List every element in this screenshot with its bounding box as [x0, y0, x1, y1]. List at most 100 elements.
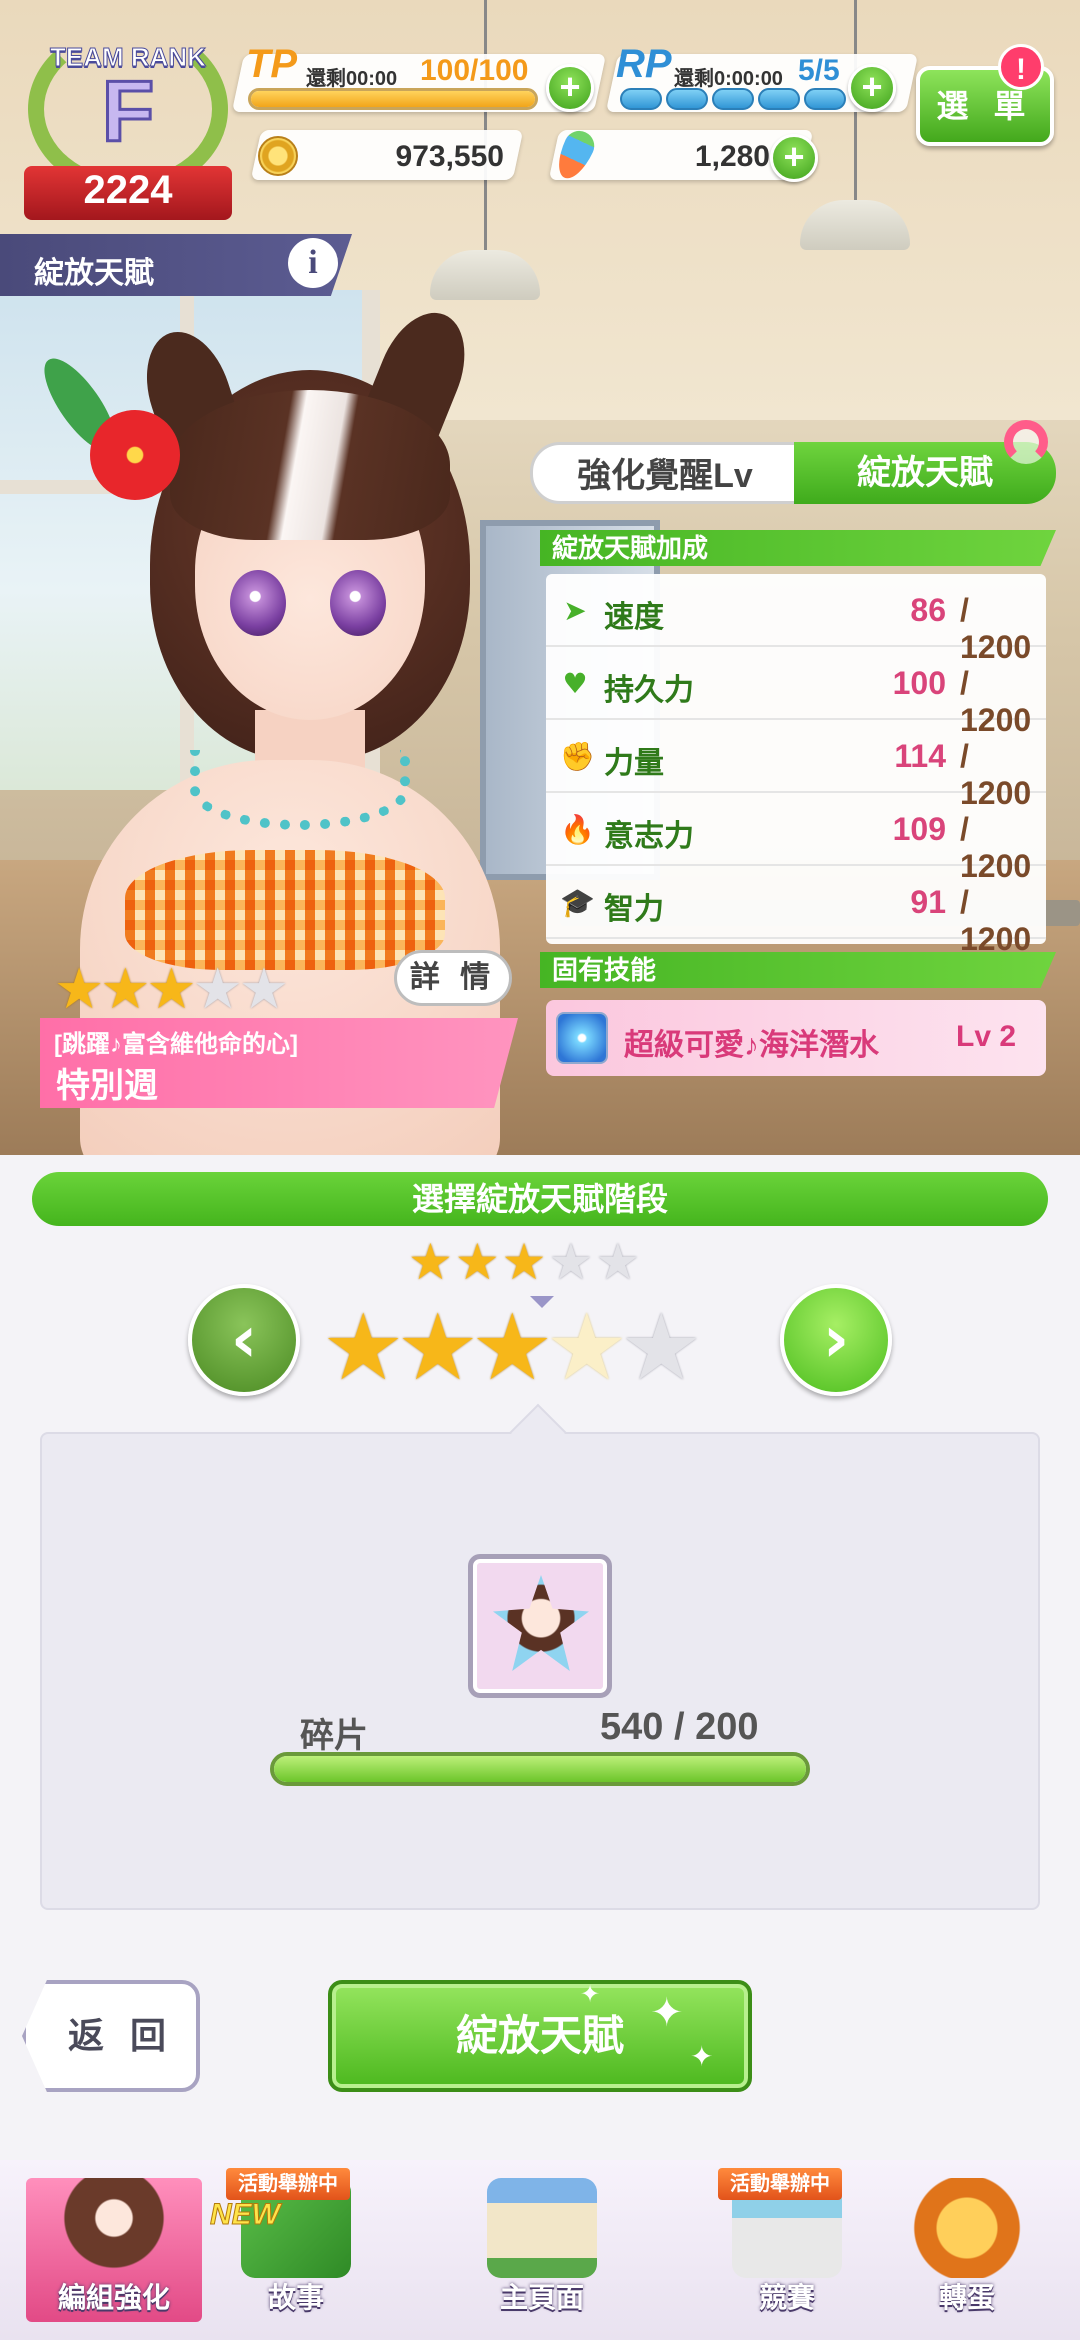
sparkle-icon: ✦ [580, 1980, 601, 2008]
unique-skill-row[interactable]: 超級可愛♪海洋潛水 Lv 2 [546, 1000, 1046, 1076]
rp-pill [712, 88, 754, 110]
new-badge: NEW [210, 2198, 281, 2232]
shoe-icon: ➤ [563, 594, 587, 627]
stat-value: 109 [892, 811, 946, 847]
stat-name: 力量 [604, 747, 664, 780]
star-filled-icon: ★ [470, 1294, 554, 1401]
team-rank-letter: F [100, 64, 156, 160]
tp-add-button[interactable]: + [546, 64, 594, 112]
flame-icon: 🔥 [560, 813, 595, 846]
select-stage-bar: 選擇綻放天賦階段 [32, 1172, 1048, 1226]
lamp-cord [484, 0, 487, 250]
piece-star-icon [493, 1575, 589, 1671]
nav-gacha[interactable]: 轉蛋 [880, 2178, 1054, 2322]
stats-header: 綻放天賦加成 [540, 530, 1056, 566]
star-empty-icon: ★ [238, 957, 290, 1022]
character-necklace [190, 750, 410, 830]
current-stage-stars: ★★★★★ [408, 1236, 642, 1288]
nav-gacha-icon [912, 2178, 1022, 2278]
character-title: [跳躍♪富含維他命的心] [54, 1031, 298, 1058]
nav-team-icon [59, 2178, 169, 2278]
nav-label: 編組強化 [57, 2282, 170, 2313]
character-bangs [170, 390, 450, 540]
nav-home[interactable]: 主頁面 [390, 2178, 694, 2322]
star-filled-icon: ★ [100, 957, 151, 1022]
character-eye [230, 570, 286, 636]
stat-max: / 1200 [960, 884, 1032, 957]
rp-value: 5/5 [798, 54, 840, 87]
stat-name: 速度 [604, 601, 664, 634]
star-empty-icon: ★ [192, 957, 243, 1022]
sparkle-icon: ✦ [690, 2040, 714, 2073]
nav-label: 轉蛋 [938, 2282, 995, 2313]
rp-pill [620, 88, 662, 110]
arm-icon: ✊ [560, 740, 595, 773]
section-title: 綻放天賦 [34, 257, 154, 290]
team-rank-score: 2224 [83, 168, 173, 212]
stat-value: 100 [892, 665, 946, 701]
skill-level: Lv 2 [956, 1020, 1017, 1053]
skill-sparkle-icon [556, 1012, 608, 1064]
character-piece-icon[interactable] [468, 1554, 612, 1698]
sparkle-icon: ✦ [650, 1990, 684, 2036]
tp-gauge [248, 88, 538, 110]
next-stage-button[interactable]: › [780, 1284, 892, 1396]
heart-icon: ♥ [562, 667, 588, 700]
carrots-value: 1,280 [694, 140, 770, 173]
character-swimsuit [125, 850, 445, 970]
graduation-cap-icon: 🎓 [560, 886, 595, 919]
tp-gauge-fill [251, 91, 535, 107]
star-empty-icon: ★ [595, 1233, 641, 1291]
menu-alert-badge: ! [998, 44, 1044, 90]
shard-progress-fill [274, 1756, 806, 1782]
stat-row: ✊ 力量 114/ 1200 [546, 720, 1046, 811]
nav-label: 競賽 [758, 2282, 815, 2313]
skill-header: 固有技能 [540, 952, 1056, 988]
stat-row: ➤ 速度 86/ 1200 [546, 574, 1046, 665]
nav-label: 故事 [267, 2282, 324, 2313]
rp-pill [758, 88, 800, 110]
star-filled-icon: ★ [501, 1233, 547, 1291]
stats-list: ➤ 速度 86/ 1200 ♥ 持久力 100/ 1200 ✊ 力量 114/ 1200 🔥 意志力… [546, 574, 1046, 957]
carrots-add-button[interactable]: + [770, 134, 818, 182]
info-button[interactable]: i [288, 238, 338, 288]
stat-row: 🎓 智力 91 / 1200 [546, 866, 1046, 957]
star-empty-icon: ★ [619, 1294, 703, 1401]
stat-name: 持久力 [604, 674, 694, 707]
shard-progress [270, 1752, 810, 1786]
rp-pill [666, 88, 708, 110]
star-filled-icon: ★ [54, 957, 105, 1022]
stat-value: 86 [910, 592, 946, 628]
shard-count: 540 / 200 [600, 1706, 759, 1748]
bloom-talent-label: 綻放天賦 [455, 2012, 624, 2059]
stat-name: 智力 [604, 893, 664, 926]
stat-row: ♥ 持久力 100/ 1200 [546, 647, 1046, 738]
hibiscus-flower [90, 410, 180, 500]
bloom-talent-button[interactable]: 綻放天賦 [328, 1980, 752, 2092]
tp-timer: 還剩00:00 [306, 68, 398, 90]
stat-name: 意志力 [604, 820, 694, 853]
star-filled-icon: ★ [396, 1294, 479, 1401]
rp-add-button[interactable]: + [848, 64, 896, 112]
horseshoe-icon [1004, 420, 1048, 464]
selected-stage-stars: ★★★★★ [322, 1294, 702, 1401]
nav-team[interactable]: 編組強化 [26, 2178, 202, 2322]
star-filled-icon: ★ [454, 1233, 500, 1291]
coin-icon [258, 136, 298, 176]
star-empty-icon: ★ [548, 1233, 594, 1291]
back-button[interactable]: 返 回 [22, 1980, 200, 2092]
star-filled-icon: ★ [322, 1294, 405, 1401]
event-ongoing-badge: 活動舉辦中 [226, 2168, 350, 2200]
tab-awakening-level[interactable]: 強化覺醒Lv [530, 442, 800, 504]
rp-timer: 還剩0:00:00 [674, 68, 783, 90]
team-rank-badge[interactable]: TEAM RANK F 2224 [18, 14, 238, 220]
previous-stage-button[interactable]: ‹ [188, 1284, 300, 1396]
detail-button[interactable]: 詳 情 [394, 950, 512, 1006]
stat-row: 🔥 意志力 109/ 1200 [546, 793, 1046, 884]
rp-label: RP [616, 42, 672, 86]
nav-label: 主頁面 [499, 2282, 584, 2313]
stat-value: 114 [894, 738, 946, 774]
rp-pill [804, 88, 846, 110]
shard-label: 碎片 [300, 1717, 368, 1755]
star-filled-icon: ★ [146, 957, 197, 1022]
